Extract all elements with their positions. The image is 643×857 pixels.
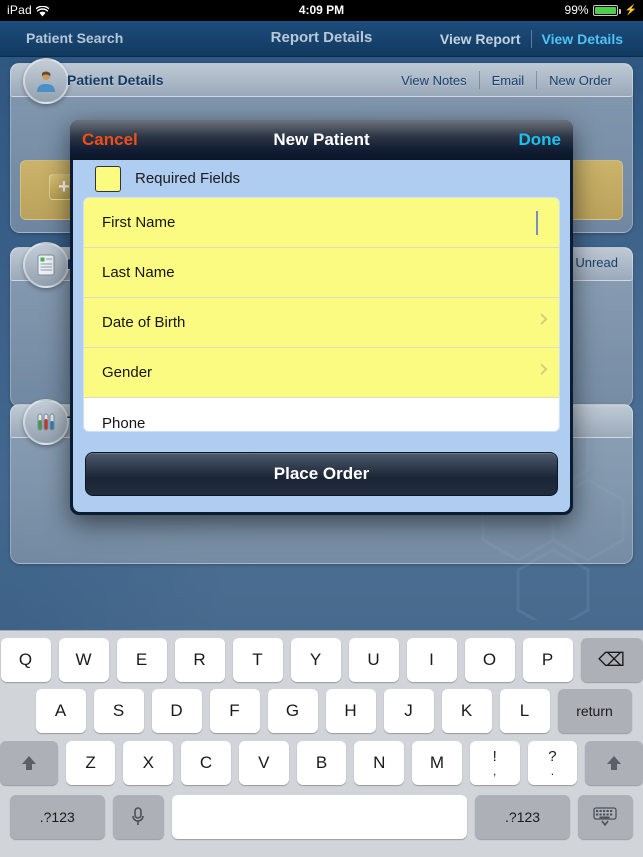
field-phone[interactable]: Phone bbox=[84, 398, 559, 432]
status-bar-time: 4:09 PM bbox=[298, 3, 345, 17]
key-k[interactable]: K bbox=[441, 688, 492, 733]
keyboard-row-1: Q W E R T Y U I O P ⌫ bbox=[0, 631, 643, 683]
patient-avatar-icon bbox=[23, 58, 69, 104]
report-document-icon bbox=[23, 242, 69, 288]
key-n[interactable]: N bbox=[354, 740, 405, 785]
tab-view-details[interactable]: View Details bbox=[532, 31, 633, 47]
key-w[interactable]: W bbox=[58, 638, 109, 682]
modal-title-bar: Cancel New Patient Done bbox=[70, 120, 573, 160]
key-d[interactable]: D bbox=[151, 688, 202, 733]
field-label: Gender bbox=[102, 364, 153, 381]
test-tubes-icon bbox=[23, 399, 69, 445]
patient-details-actions: View Notes Email New Order bbox=[389, 71, 624, 89]
unread-filter-button[interactable]: Unread bbox=[575, 255, 618, 270]
key-bottom-label: , bbox=[493, 764, 497, 779]
required-fields-label: Required Fields bbox=[135, 170, 241, 187]
chevron-right-icon bbox=[536, 363, 548, 375]
field-first-name[interactable]: First Name bbox=[84, 198, 559, 248]
field-label: Phone bbox=[102, 414, 146, 432]
patient-details-header: Patient Details View Notes Email New Ord… bbox=[10, 58, 633, 104]
field-last-name[interactable]: Last Name bbox=[84, 248, 559, 298]
key-q[interactable]: Q bbox=[0, 638, 51, 682]
view-segmented-control: View Report View Details bbox=[430, 30, 633, 48]
status-bar: iPad 4:09 PM 99% ⚡ bbox=[0, 0, 643, 21]
charging-bolt-icon: ⚡ bbox=[624, 4, 637, 16]
status-bar-right: 99% ⚡ bbox=[565, 3, 637, 17]
done-button[interactable]: Done bbox=[519, 130, 562, 150]
key-g[interactable]: G bbox=[267, 688, 318, 733]
battery-icon bbox=[592, 4, 621, 16]
key-h[interactable]: H bbox=[325, 688, 376, 733]
new-patient-modal: Cancel New Patient Done Required Fields … bbox=[70, 120, 573, 515]
key-m[interactable]: M bbox=[412, 740, 462, 785]
key-o[interactable]: O bbox=[464, 638, 515, 682]
modal-title: New Patient bbox=[273, 130, 370, 149]
key-b[interactable]: B bbox=[296, 740, 347, 785]
field-label: Date of Birth bbox=[102, 314, 186, 331]
key-u[interactable]: U bbox=[348, 638, 399, 682]
chevron-right-icon bbox=[536, 313, 548, 325]
return-key[interactable]: return bbox=[557, 688, 632, 733]
shift-arrow-icon bbox=[21, 755, 36, 770]
new-order-button[interactable]: New Order bbox=[537, 73, 624, 88]
key-c[interactable]: C bbox=[181, 740, 231, 785]
tab-view-report[interactable]: View Report bbox=[430, 31, 531, 47]
key-top-label: ? bbox=[548, 748, 557, 766]
field-gender[interactable]: Gender bbox=[84, 348, 559, 398]
key-e[interactable]: E bbox=[116, 638, 167, 682]
key-f[interactable]: F bbox=[209, 688, 260, 733]
dictation-mic-key[interactable] bbox=[112, 795, 164, 839]
space-key[interactable] bbox=[171, 795, 468, 839]
microphone-icon bbox=[132, 807, 144, 825]
required-color-swatch bbox=[95, 165, 121, 192]
key-l[interactable]: L bbox=[499, 688, 550, 733]
shift-arrow-icon bbox=[607, 755, 622, 770]
key-x[interactable]: X bbox=[123, 740, 174, 785]
hide-keyboard-key[interactable] bbox=[577, 795, 633, 839]
view-notes-button[interactable]: View Notes bbox=[389, 73, 479, 88]
battery-percent: 99% bbox=[564, 3, 589, 17]
numbers-key-right[interactable]: .?123 bbox=[475, 795, 570, 839]
key-i[interactable]: I bbox=[406, 638, 457, 682]
key-p[interactable]: P bbox=[522, 638, 573, 682]
modal-body: Required Fields First Name Last Name Dat… bbox=[73, 160, 570, 512]
key-v[interactable]: V bbox=[238, 740, 289, 785]
ipad-screen: iPad 4:09 PM 99% ⚡ Patient Search Report… bbox=[0, 0, 643, 857]
key-exclamation-comma[interactable]: ! , bbox=[469, 740, 520, 785]
field-label: First Name bbox=[102, 214, 176, 231]
key-j[interactable]: J bbox=[383, 688, 434, 733]
field-label: Last Name bbox=[102, 264, 175, 281]
place-order-button[interactable]: Place Order bbox=[85, 452, 558, 496]
key-bottom-label: . bbox=[550, 764, 555, 779]
on-screen-keyboard: Q W E R T Y U I O P ⌫ A S D F G H J K L … bbox=[0, 630, 643, 857]
key-y[interactable]: Y bbox=[290, 638, 341, 682]
keyboard-row-4: .?123 .?123 bbox=[0, 787, 643, 843]
new-patient-form: First Name Last Name Date of Birth Gende… bbox=[83, 197, 560, 432]
email-button[interactable]: Email bbox=[480, 73, 537, 88]
shift-key-right[interactable] bbox=[585, 740, 643, 785]
text-cursor bbox=[536, 211, 538, 235]
shift-key-left[interactable] bbox=[0, 740, 58, 785]
hide-keyboard-icon bbox=[593, 807, 618, 827]
patient-details-title: Patient Details bbox=[67, 72, 164, 88]
key-t[interactable]: T bbox=[232, 638, 283, 682]
key-z[interactable]: Z bbox=[65, 740, 116, 785]
required-fields-legend: Required Fields bbox=[73, 160, 570, 197]
keyboard-row-2: A S D F G H J K L return bbox=[0, 683, 643, 735]
key-a[interactable]: A bbox=[35, 688, 86, 733]
navigation-bar: Patient Search Report Details View Repor… bbox=[0, 21, 643, 57]
field-date-of-birth[interactable]: Date of Birth bbox=[84, 298, 559, 348]
key-s[interactable]: S bbox=[93, 688, 144, 733]
key-top-label: ! bbox=[492, 748, 497, 766]
key-r[interactable]: R bbox=[174, 638, 225, 682]
numbers-key-left[interactable]: .?123 bbox=[10, 795, 105, 839]
backspace-key[interactable]: ⌫ bbox=[580, 638, 643, 682]
keyboard-row-3: Z X C V B N M ! , ? . bbox=[0, 735, 643, 787]
key-question-period[interactable]: ? . bbox=[527, 740, 578, 785]
